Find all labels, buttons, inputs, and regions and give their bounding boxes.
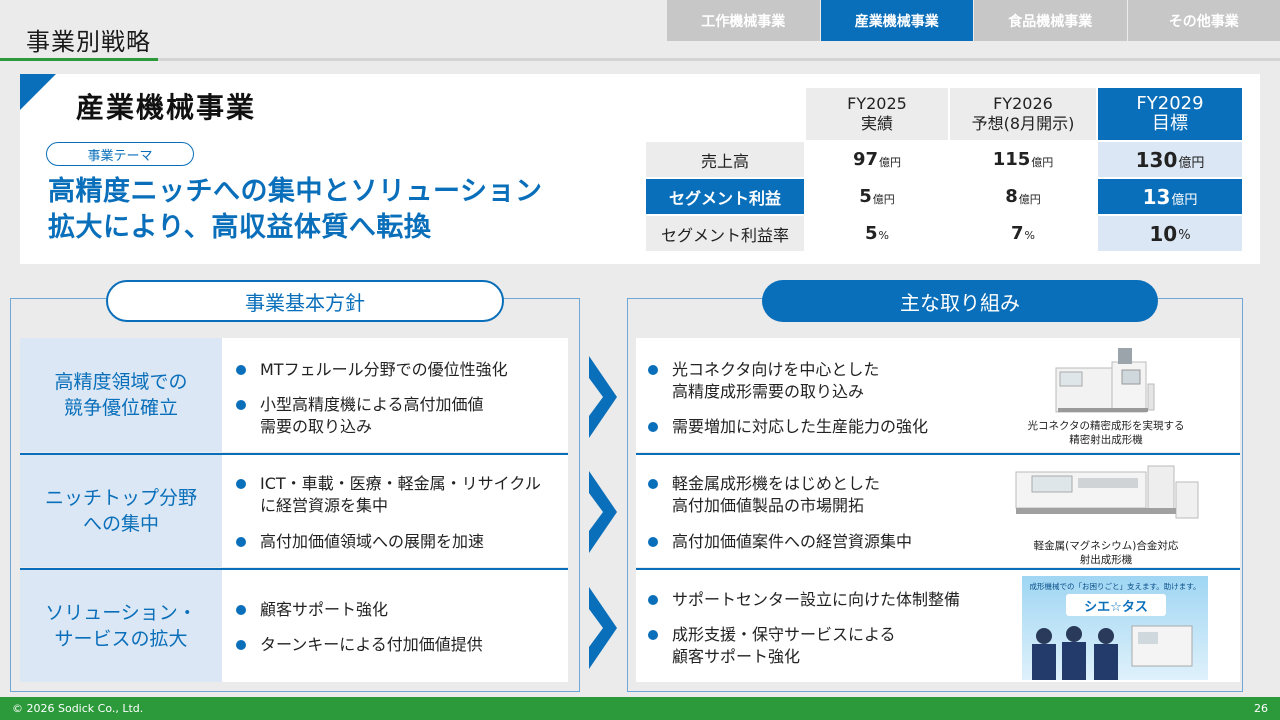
kpi-value: 10% xyxy=(1098,216,1242,251)
policy-label-niche: ニッチトップ分野 への集中 xyxy=(20,455,222,567)
policy-bullet: ターンキーによる付加価値提供 xyxy=(232,634,483,656)
chevron-right-icon xyxy=(589,587,617,669)
support-staff-illustration xyxy=(1032,625,1193,680)
header-year: FY2029 xyxy=(1136,93,1204,114)
footer-bar: © 2026 Sodick Co., Ltd. 26 xyxy=(0,697,1280,720)
policy-bullet: ICT・車載・医療・軽金属・リサイクル に経営資源を集中 xyxy=(232,473,541,517)
kpi-value: 97 億円 xyxy=(806,142,948,177)
header-year: FY2025 xyxy=(847,94,907,113)
segment-tabs: 工作機械事業 産業機械事業 食品機械事業 その他事業 xyxy=(667,0,1280,41)
header-type: 目標 xyxy=(1152,113,1188,134)
banner-logo: シエ☆タス xyxy=(1066,594,1166,616)
magnesium-injection-machine-image xyxy=(1015,465,1199,519)
kpi-value: 115 億円 xyxy=(950,142,1096,177)
header-year: FY2026 xyxy=(993,94,1053,113)
page-number: 26 xyxy=(1254,702,1268,715)
header-accent-line xyxy=(0,58,158,61)
kpi-row-segment-profit: セグメント利益 5 億円 8 億円 13 億円 xyxy=(646,179,1242,214)
segment-title: 産業機械事業 xyxy=(76,91,257,124)
segment-summary-card: 産業機械事業 事業テーマ 高精度ニッチへの集中とソリューション 拡大により、高収… xyxy=(20,74,1260,264)
kpi-value: 7% xyxy=(950,216,1096,251)
policy-divider xyxy=(20,568,568,570)
kpi-value: 5 億円 xyxy=(806,179,948,214)
kpi-header-fy2029: FY2029 目標 xyxy=(1098,88,1242,140)
policy-divider xyxy=(20,453,568,455)
kpi-header-fy2025: FY2025 実績 xyxy=(806,88,948,140)
support-center-banner: 成形機械での「お困りごと」支えます。助けます。 シエ☆タス xyxy=(1022,576,1208,680)
kpi-header-row: FY2025 実績 FY2026 予想(8月開示) FY2029 目標 xyxy=(646,88,1242,140)
tab-other-business[interactable]: その他事業 xyxy=(1127,0,1280,41)
theme-line-1: 高精度ニッチへの集中とソリューション xyxy=(48,176,543,207)
tab-industrial-machinery[interactable]: 産業機械事業 xyxy=(820,0,973,41)
policy-bullet: 顧客サポート強化 xyxy=(232,599,388,621)
kpi-label: セグメント利益 xyxy=(646,179,804,214)
initiative-divider xyxy=(636,568,1240,570)
kpi-row-sales: 売上高 97 億円 115 億円 130 億円 xyxy=(646,142,1242,177)
banner-tagline: 成形機械での「お困りごと」支えます。助けます。 xyxy=(1029,582,1201,591)
initiative-bullet: 光コネクタ向けを中心とした 高精度成形需要の取り込み xyxy=(644,359,879,403)
kpi-header-fy2026: FY2026 予想(8月開示) xyxy=(950,88,1096,140)
kpi-row-margin: セグメント利益率 5% 7% 10% xyxy=(646,216,1242,251)
policy-label-solution: ソリューション・ サービスの拡大 xyxy=(20,570,222,682)
initiative-bullet: サポートセンター設立に向けた体制整備 xyxy=(644,589,960,611)
kpi-value: 8 億円 xyxy=(950,179,1096,214)
policy-heading: 事業基本方針 xyxy=(106,280,504,322)
machine-caption: 軽金属(マグネシウム)合金対応 射出成形機 xyxy=(1033,540,1179,566)
copyright: © 2026 Sodick Co., Ltd. xyxy=(12,702,144,715)
chevron-right-icon xyxy=(589,356,617,438)
initiative-divider xyxy=(636,453,1240,455)
policy-label-precision: 高精度領域での 競争優位確立 xyxy=(20,338,222,452)
initiative-bullet: 高付加価値案件への経営資源集中 xyxy=(644,531,912,553)
theme-label: 事業テーマ xyxy=(46,142,194,166)
kpi-label: セグメント利益率 xyxy=(646,216,804,251)
policy-row-3-bg xyxy=(222,570,568,682)
tab-food-machinery[interactable]: 食品機械事業 xyxy=(974,0,1127,41)
kpi-value: 13 億円 xyxy=(1098,179,1242,214)
policy-bullet: MTフェルール分野での優位性強化 xyxy=(232,359,508,381)
section-title: 事業別戦略 xyxy=(26,28,151,56)
kpi-table: FY2025 実績 FY2026 予想(8月開示) FY2029 目標 売上高 … xyxy=(646,88,1242,253)
kpi-value: 130 億円 xyxy=(1098,142,1242,177)
machine-caption: 光コネクタの精密成形を実現する 精密射出成形機 xyxy=(1027,420,1185,446)
theme-line-2: 拡大により、高収益体質へ転換 xyxy=(48,212,432,243)
initiative-bullet: 軽金属成形機をはじめとした 高付加価値製品の市場開拓 xyxy=(644,473,880,517)
corner-accent xyxy=(20,74,56,110)
chevron-right-icon xyxy=(589,471,617,553)
header-divider xyxy=(0,58,1280,61)
header-type: 実績 xyxy=(860,114,893,133)
initiative-bullet: 需要増加に対応した生産能力の強化 xyxy=(644,416,928,438)
header-type: 予想(8月開示) xyxy=(971,114,1075,133)
initiatives-heading: 主な取り組み xyxy=(762,280,1158,322)
kpi-label: 売上高 xyxy=(646,142,804,177)
tab-machine-tools[interactable]: 工作機械事業 xyxy=(667,0,820,41)
kpi-value: 5% xyxy=(806,216,948,251)
policy-bullet: 高付加価値領域への展開を加速 xyxy=(232,531,484,553)
kpi-corner xyxy=(646,88,804,123)
theme-statement: 高精度ニッチへの集中とソリューション 拡大により、高収益体質へ転換 xyxy=(48,174,542,246)
initiative-bullet: 成形支援・保守サービスによる 顧客サポート強化 xyxy=(644,624,896,668)
precision-injection-machine-image xyxy=(1055,348,1155,413)
policy-bullet: 小型高精度機による高付加価値 需要の取り込み xyxy=(232,394,484,438)
